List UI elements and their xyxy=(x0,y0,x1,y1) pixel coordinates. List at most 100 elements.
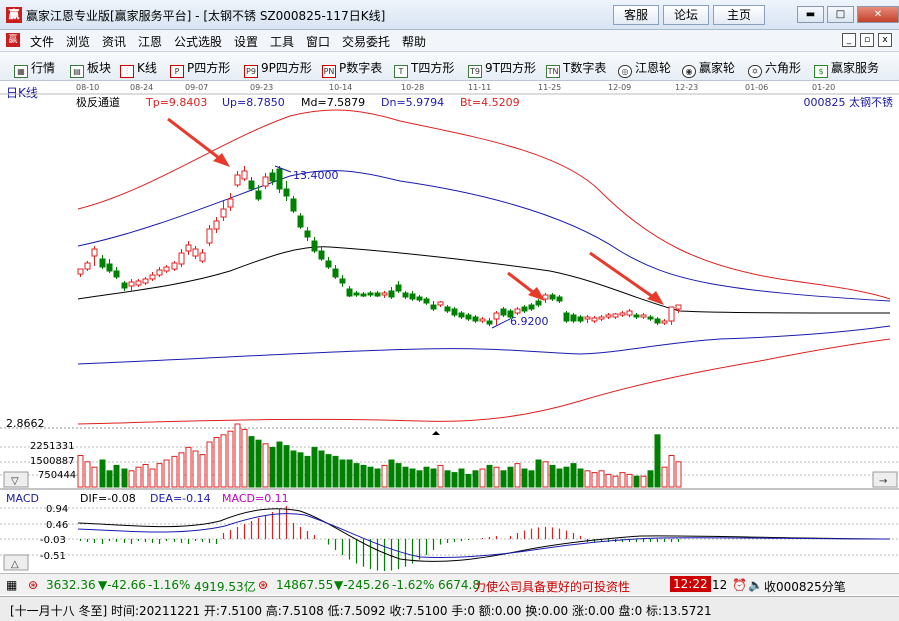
menu-trade[interactable]: 交易委托 xyxy=(342,33,390,50)
menu-help[interactable]: 帮助 xyxy=(402,33,426,50)
candle-body xyxy=(163,266,170,272)
menu-file[interactable]: 文件 xyxy=(30,33,54,50)
candle-body xyxy=(269,172,276,182)
tool-sector[interactable]: ▤ 板块 xyxy=(70,59,111,78)
volume-bar xyxy=(619,472,626,488)
tool-quotes[interactable]: ▦ 行情 xyxy=(14,59,55,78)
news-ticker[interactable]: 力使公司具备更好的可投资性 xyxy=(474,578,630,595)
vol-tick: 2251331 xyxy=(30,441,75,452)
alarm-icon[interactable]: ⏰ xyxy=(732,578,747,592)
kefu-button[interactable]: 客服 xyxy=(613,5,659,25)
mdi-minimize-button[interactable]: _ xyxy=(842,33,856,47)
date-tick: 01-06 xyxy=(745,83,768,92)
menu-settings[interactable]: 设置 xyxy=(234,33,258,50)
volume-bar xyxy=(437,464,444,488)
menu-tools[interactable]: 工具 xyxy=(270,33,294,50)
candle-body xyxy=(192,248,199,257)
candle-body xyxy=(213,220,220,230)
toolbar: ▦ 行情 ▤ 板块 ⫶ K线 P P四方形 P9 9P四方形 PN P数字表 T T四方形 T… xyxy=(0,52,899,81)
menu-info[interactable]: 资讯 xyxy=(102,33,126,50)
sz-index-pct: -1.62% xyxy=(392,578,435,592)
volume-bar xyxy=(149,468,156,488)
menu-window[interactable]: 窗口 xyxy=(306,33,330,50)
candle-body xyxy=(149,274,156,280)
candle-body xyxy=(521,306,528,312)
volume-bar xyxy=(339,459,346,488)
dollar-icon: $ xyxy=(814,65,828,78)
candle-body xyxy=(106,263,113,272)
chart-svg[interactable]: 日K线 极反通道 Tp=9.8403 Up=8.7850 Md=7.5879 D… xyxy=(0,81,899,571)
minimize-button[interactable]: ▬ xyxy=(797,6,824,23)
candle-body xyxy=(99,258,106,268)
p-table-icon: PN xyxy=(322,65,336,78)
maximize-button[interactable]: □ xyxy=(827,6,854,23)
tool-hexagon[interactable]: ✡ 六角形 xyxy=(748,59,801,78)
mdi-close-button[interactable]: x xyxy=(878,33,892,47)
tool-9t-square[interactable]: T9 9T四方形 xyxy=(468,59,536,78)
volume-bar xyxy=(598,470,605,488)
tool-t-table[interactable]: TN T数字表 xyxy=(546,59,606,78)
volume-bar xyxy=(304,455,311,488)
chart-area[interactable]: 日K线 极反通道 Tp=9.8403 Up=8.7850 Md=7.5879 D… xyxy=(0,81,899,571)
volume-bar xyxy=(142,464,149,488)
tool-p-square[interactable]: P P四方形 xyxy=(170,59,230,78)
candle-body xyxy=(178,252,185,265)
candle-body xyxy=(430,304,437,310)
volume-bar xyxy=(206,441,213,488)
candle-body xyxy=(353,292,360,296)
mdi-restore-button[interactable]: ▫ xyxy=(860,33,874,47)
candle-body xyxy=(128,281,135,287)
macd-tick: -0.51 xyxy=(40,551,66,562)
menu-formula[interactable]: 公式选股 xyxy=(174,33,222,50)
volume-bar xyxy=(353,463,360,488)
macd-value: MACD=0.11 xyxy=(222,492,289,505)
sz-index-change: ▼-245.26 xyxy=(334,578,390,592)
tool-service[interactable]: $ 赢家服务 xyxy=(814,59,879,78)
volume-bar xyxy=(605,473,612,488)
tool-9p-square[interactable]: P9 9P四方形 xyxy=(244,59,312,78)
candle-body xyxy=(437,301,444,306)
tool-winner-wheel[interactable]: ◉ 赢家轮 xyxy=(682,59,735,78)
volume-bar xyxy=(156,463,163,488)
tool-t-square[interactable]: T T四方形 xyxy=(394,59,454,78)
candle-body xyxy=(360,293,367,297)
luntan-button[interactable]: 论坛 xyxy=(663,5,709,25)
volume-bar xyxy=(549,464,556,488)
menu-logo-icon: 赢 xyxy=(6,33,20,47)
speaker-icon[interactable]: 🔈 xyxy=(748,578,763,592)
macd-tick: 0.94 xyxy=(46,504,68,515)
volume-bar xyxy=(227,430,234,488)
volume-bar xyxy=(290,450,297,488)
volume-bar xyxy=(507,466,514,488)
candle-body xyxy=(304,230,311,238)
tool-gann-wheel[interactable]: ◎ 江恩轮 xyxy=(618,59,671,78)
volume-bar xyxy=(654,434,661,488)
candle-body xyxy=(444,306,451,312)
zhuye-button[interactable]: 主页 xyxy=(713,5,765,25)
volume-bar xyxy=(241,428,248,488)
bar-info-text: [十一月十八 冬至] 时间:20211221 开:7.5100 高:7.5108… xyxy=(10,604,712,618)
volume-bar xyxy=(535,459,542,488)
candle-body xyxy=(535,300,542,306)
volume-bar xyxy=(451,472,458,488)
candle-body xyxy=(199,252,206,262)
title-bar: 赢 赢家江恩专业版[赢家服务平台] - [太钢不锈 SZ000825-117日K… xyxy=(0,0,899,30)
menu-browse[interactable]: 浏览 xyxy=(66,33,90,50)
grid-icon: ▤ xyxy=(70,65,84,78)
close-button[interactable]: ✕ xyxy=(857,6,899,23)
volume-bar xyxy=(395,463,402,488)
volume-bar xyxy=(381,464,388,488)
candle-body xyxy=(661,320,668,324)
volume-bar xyxy=(500,470,507,488)
t-square-icon: T xyxy=(394,65,408,78)
hexagon-icon: ✡ xyxy=(748,65,762,78)
volume-bar xyxy=(486,464,493,488)
tool-p-table[interactable]: PN P数字表 xyxy=(322,59,382,78)
menu-gann[interactable]: 江恩 xyxy=(138,33,162,50)
tool-kline[interactable]: ⫶ K线 xyxy=(120,59,157,78)
volume-bar xyxy=(661,466,668,488)
candle-body xyxy=(171,262,178,270)
candle-body xyxy=(206,228,213,244)
candle-body xyxy=(458,312,465,318)
candle-body xyxy=(332,268,339,278)
